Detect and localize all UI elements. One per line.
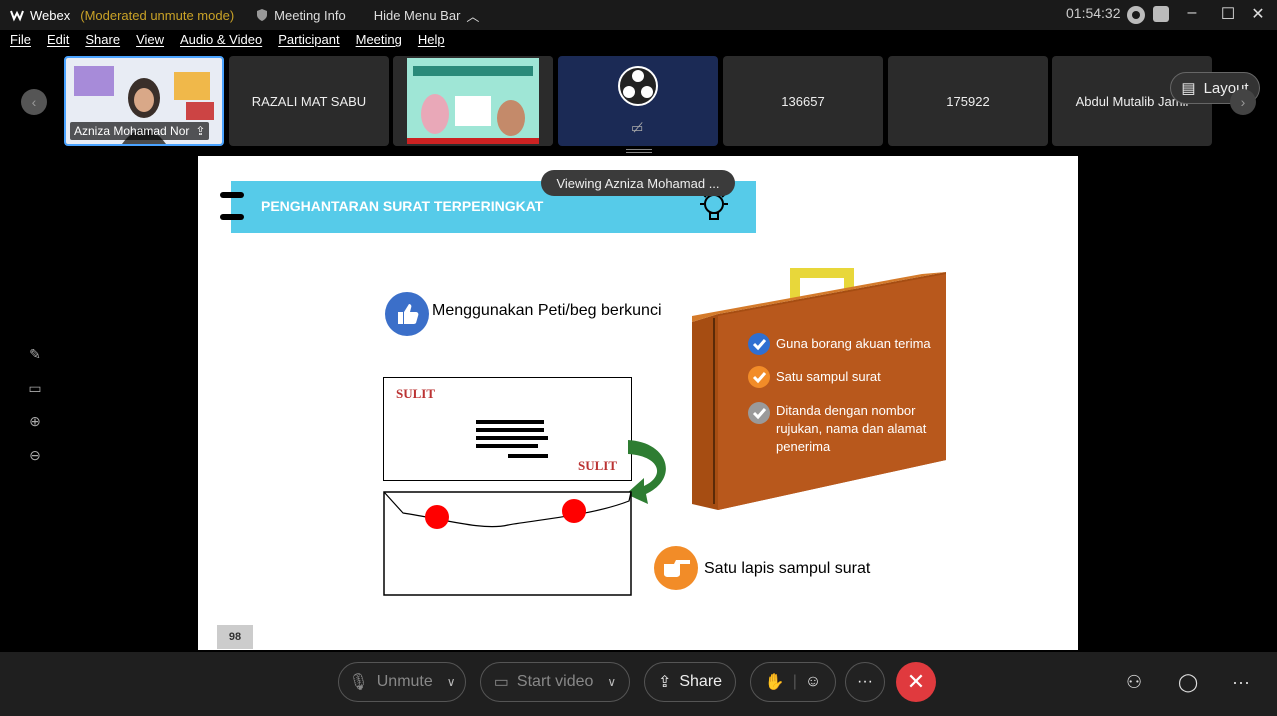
hide-menu-bar-label: Hide Menu Bar xyxy=(373,7,461,23)
participant-tile[interactable]: 136657 xyxy=(723,56,883,146)
check-icon-blue xyxy=(748,333,770,355)
share-label: Share xyxy=(679,673,723,690)
check-icon-gray xyxy=(748,402,770,424)
active-participant-name: Azniza Mohamad Nor xyxy=(74,124,190,138)
strip-prev-arrow-icon[interactable]: ‹ xyxy=(21,89,47,115)
start-video-button[interactable]: ▭ Start video ∨ xyxy=(480,662,630,702)
close-window-icon[interactable]: ✕ xyxy=(1248,4,1268,24)
share-button[interactable]: ⇪ Share xyxy=(644,662,736,702)
check-icon-orange xyxy=(748,366,770,388)
thumbs-up-icon xyxy=(385,292,429,336)
video-off-icon: ▭̸ xyxy=(631,120,644,135)
hide-menu-bar-button[interactable]: Hide Menu Bar ︿ xyxy=(374,6,480,25)
network-signal-icon[interactable] xyxy=(1153,6,1169,22)
more-icon: ··· xyxy=(857,673,873,690)
divider: | xyxy=(792,673,797,690)
layout-icon: ▤ xyxy=(1181,80,1196,97)
annotate-pen-icon[interactable]: ✎ xyxy=(29,346,41,363)
label-peti-berkunci: Menggunakan Peti/beg berkunci xyxy=(432,302,662,319)
briefcase-illustration xyxy=(692,268,946,510)
video-off-icon: ▭ xyxy=(493,674,509,691)
slide-page-number: 98 xyxy=(217,625,253,649)
chat-icon[interactable]: ◯ xyxy=(1178,672,1198,693)
participant-name-tag: Azniza Mohamad Nor ⇪ xyxy=(70,122,210,140)
end-call-button[interactable]: ✕ xyxy=(896,662,936,702)
menu-audio-video[interactable]: Audio & Video xyxy=(180,32,262,54)
case-item-2: Satu sampul surat xyxy=(776,369,881,384)
moderated-mode-label: (Moderated unmute mode) xyxy=(80,7,235,23)
label-satu-lapis: Satu lapis sampul surat xyxy=(704,560,871,577)
document-lines xyxy=(476,420,548,458)
banner-left-marks xyxy=(220,192,244,198)
obs-logo-icon xyxy=(618,66,658,106)
participant-tile[interactable]: 175922 xyxy=(888,56,1048,146)
minimize-icon[interactable]: – xyxy=(1182,4,1202,22)
pointing-hand-icon xyxy=(654,546,698,590)
share-icon: ⇪ xyxy=(657,674,672,691)
viewing-status-pill: Viewing Azniza Mohamad ... xyxy=(541,170,735,196)
participant-tile-obs[interactable]: ▭̸ xyxy=(558,56,718,146)
reactions-group: ✋ | ☺ xyxy=(750,662,836,702)
more-options-button[interactable]: ··· xyxy=(845,662,885,702)
participant-tile[interactable]: RAZALI MAT SABU xyxy=(229,56,389,146)
meeting-controls: 🎙︎ Unmute ∨ ▭ Start video ∨ ⇪ Share ✋ | … xyxy=(0,652,1277,716)
meeting-info-button[interactable]: Meeting Info xyxy=(256,8,346,23)
sulit-stamp: SULIT xyxy=(578,458,618,473)
participant-tile-active[interactable]: Azniza Mohamad Nor ⇪ xyxy=(64,56,224,146)
menu-file[interactable]: File xyxy=(10,32,31,54)
poster-video xyxy=(393,56,553,146)
maximize-icon[interactable]: ☐ xyxy=(1218,4,1238,24)
participant-tile-poster[interactable] xyxy=(393,56,553,146)
menu-help[interactable]: Help xyxy=(418,32,445,54)
meeting-timer: 01:54:32 xyxy=(1066,5,1121,21)
menu-participant[interactable]: Participant xyxy=(278,32,339,54)
sulit-stamp: SULIT xyxy=(396,386,436,401)
chevron-up-icon: ︿ xyxy=(466,8,480,24)
chevron-down-icon[interactable]: ∨ xyxy=(447,675,456,689)
annotation-toolbar: ✎ ▭ ⊕ ⊖ xyxy=(20,340,50,470)
recording-icon[interactable] xyxy=(1127,6,1145,24)
meeting-info-label: Meeting Info xyxy=(274,7,346,23)
sealed-envelope xyxy=(383,491,632,596)
strip-resize-handle[interactable] xyxy=(626,149,652,153)
case-item-1: Guna borang akuan terima xyxy=(776,336,931,351)
app-title: Webex (Moderated unmute mode) xyxy=(10,8,234,23)
participants-icon[interactable]: ⚇ xyxy=(1126,672,1142,693)
slide-title: PENGHANTARAN SURAT TERPERINGKAT xyxy=(261,198,544,214)
menu-share[interactable]: Share xyxy=(85,32,120,54)
reactions-icon[interactable]: ☺ xyxy=(805,673,821,691)
menu-meeting[interactable]: Meeting xyxy=(356,32,402,54)
microphone-off-icon: 🎙︎ xyxy=(348,674,369,691)
participant-name: 175922 xyxy=(946,93,990,109)
close-icon: ✕ xyxy=(906,669,926,694)
webex-logo-icon xyxy=(10,10,24,22)
participant-name: 136657 xyxy=(781,93,825,109)
case-item-3: Ditanda dengan nombor rujukan, nama dan … xyxy=(776,403,927,454)
menu-edit[interactable]: Edit xyxy=(47,32,69,54)
participant-strip: ‹ Azniza Mohamad Nor ⇪ RAZALI MAT SABU ▭… xyxy=(0,56,1277,148)
strip-next-arrow-icon[interactable]: › xyxy=(1230,89,1256,115)
shield-icon xyxy=(257,9,268,21)
zoom-in-icon[interactable]: ⊕ xyxy=(29,413,41,430)
screen-control-icon[interactable]: ▭ xyxy=(28,380,41,397)
share-screen-icon: ⇪ xyxy=(195,124,206,138)
chevron-down-icon[interactable]: ∨ xyxy=(607,675,616,689)
banner-left-marks xyxy=(220,214,244,220)
app-name: Webex xyxy=(30,7,71,23)
menu-bar: File Edit Share View Audio & Video Parti… xyxy=(0,32,451,54)
participant-name: RAZALI MAT SABU xyxy=(251,93,367,109)
menu-view[interactable]: View xyxy=(136,32,164,54)
raise-hand-icon[interactable]: ✋ xyxy=(765,672,785,692)
more-panels-icon[interactable]: ··· xyxy=(1232,672,1250,693)
unmute-button[interactable]: 🎙︎ Unmute ∨ xyxy=(338,662,466,702)
zoom-out-icon[interactable]: ⊖ xyxy=(29,447,41,464)
title-bar: Webex (Moderated unmute mode) Meeting In… xyxy=(0,0,1277,30)
shared-content: PENGHANTARAN SURAT TERPERINGKAT Mengguna… xyxy=(198,156,1078,650)
unmute-label: Unmute xyxy=(376,673,433,690)
start-video-label: Start video xyxy=(516,673,594,690)
